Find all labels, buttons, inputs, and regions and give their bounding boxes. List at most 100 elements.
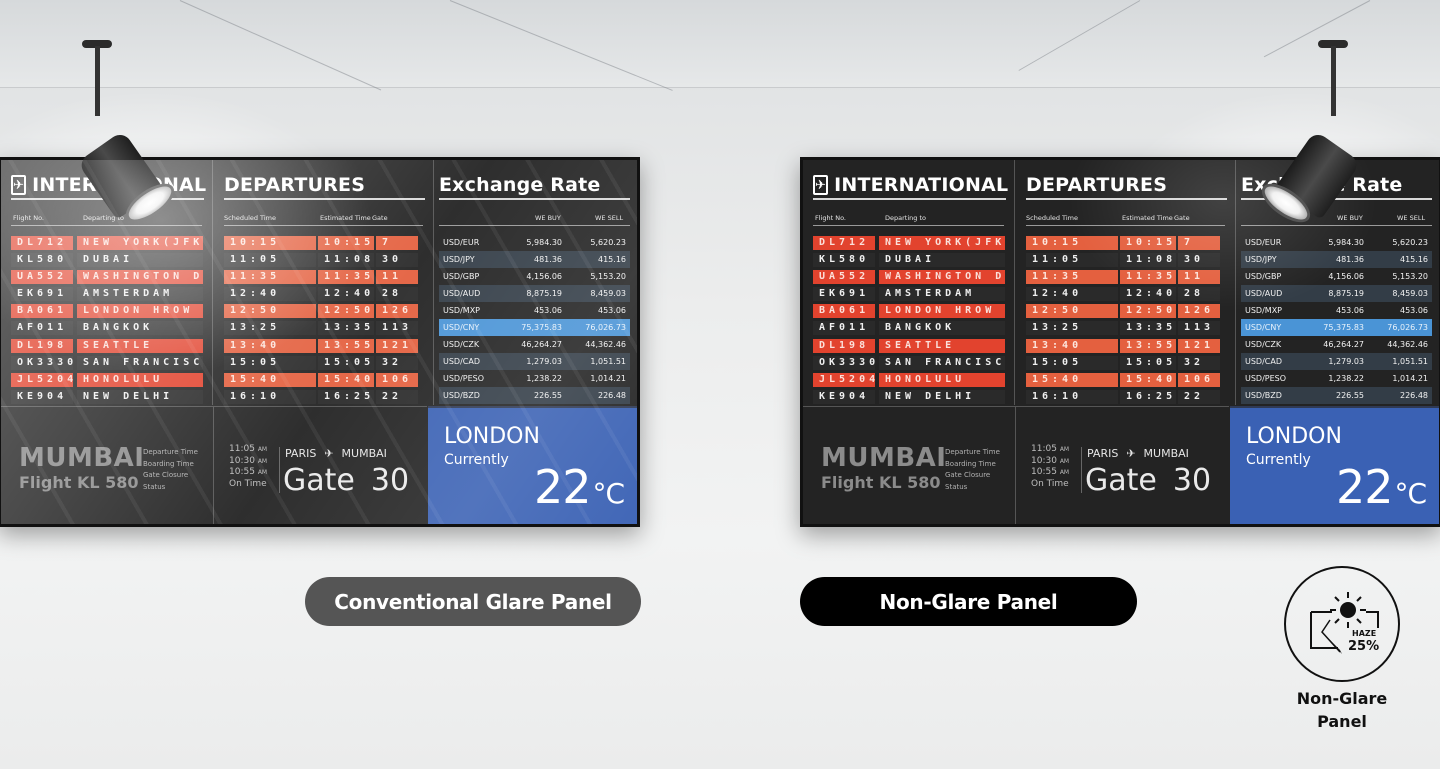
sell-rate: 1,051.51 — [590, 357, 626, 366]
flight-number: JL5204 — [813, 373, 875, 387]
weather-city: LONDON — [444, 424, 540, 449]
estimated-time: 12:40 — [1120, 287, 1176, 302]
scheduled-time: 15:40 — [1026, 373, 1118, 387]
flight-row: 11:35 11:35 11 — [1016, 268, 1235, 285]
buy-rate: 5,984.30 — [526, 238, 562, 247]
flight-destination: WASHINGTON DC — [879, 269, 1005, 284]
flight-row: 15:40 15:40 106 — [1016, 372, 1235, 389]
info-value: 10:30 AM — [1031, 456, 1069, 468]
buy-rate: 226.55 — [534, 391, 562, 400]
flight-number: AF011 — [11, 321, 73, 336]
non-glare-label: Non-Glare Panel — [800, 577, 1137, 626]
estimated-time: 16:25 — [318, 390, 374, 405]
non-glare-display: ✈ INTERNATIONAL Flight No. Departing to … — [800, 157, 1440, 527]
flight-row: 10:15 10:15 7 — [214, 234, 433, 251]
currency-pair: USD/EUR — [1245, 238, 1282, 247]
sell-rate: 44,362.46 — [1387, 340, 1428, 349]
rate-list: USD/EUR 5,984.30 5,620.23 USD/JPY 481.36 415.… — [1241, 234, 1432, 404]
estimated-time: 12:40 — [318, 287, 374, 302]
weather-city: LONDON — [1246, 424, 1342, 449]
international-title-text: INTERNATIONAL — [834, 174, 1009, 196]
col-flight-no: Flight No. — [13, 214, 45, 222]
sell-rate: 415.16 — [1400, 255, 1428, 264]
flight-destination: SAN FRANCISCO — [879, 355, 1005, 370]
badge-caption-line1: Non-Glare — [1296, 689, 1388, 708]
info-value-time: 10:55 — [1031, 467, 1057, 477]
scheduled-time: 12:40 — [224, 287, 316, 302]
estimated-time: 15:05 — [318, 355, 374, 370]
ceiling-seam — [179, 0, 382, 91]
info-label: Status — [945, 482, 968, 491]
buy-rate: 1,279.03 — [526, 357, 562, 366]
currency-pair: USD/AUD — [443, 289, 481, 298]
flight-destination: AMSTERDAM — [879, 287, 1005, 302]
rate-row: USD/JPY 481.36 415.16 — [439, 251, 630, 268]
weather-label: Currently — [1246, 452, 1311, 468]
column-headers: Flight No. Departing to — [813, 212, 1004, 226]
route: PARIS ✈ MUMBAI — [1087, 447, 1189, 460]
scheduled-time: 12:40 — [1026, 287, 1118, 302]
rate-row: USD/CAD 1,279.03 1,051.51 — [439, 353, 630, 370]
col-scheduled-time: Scheduled Time — [224, 214, 276, 222]
flight-row: OK3330 SAN FRANCISCO — [803, 354, 1014, 371]
gate-label: Gate — [1085, 463, 1157, 498]
rate-column-headers: WE BUY WE SELL — [1241, 212, 1432, 226]
flight-row: KE904 NEW DELHI — [1, 389, 212, 406]
weather-widget: LONDON Currently 22°C — [428, 406, 637, 524]
gate-number: 106 — [1178, 373, 1220, 387]
col-we-buy: WE BUY — [1337, 214, 1363, 222]
flight-row: 12:40 12:40 28 — [1016, 286, 1235, 303]
sell-rate: 8,459.03 — [590, 289, 626, 298]
flight-row: EK691 AMSTERDAM — [1, 286, 212, 303]
sell-rate: 44,362.46 — [585, 340, 626, 349]
rate-row: USD/BZD 226.55 226.48 — [439, 387, 630, 404]
sell-rate: 76,026.73 — [1387, 323, 1428, 332]
featured-info-values: 11:05 AM 10:30 AM 10:55 AM On Time — [229, 444, 267, 490]
non-glare-badge: HAZE 25% — [1284, 566, 1400, 682]
scheduled-time: 15:05 — [224, 355, 316, 370]
gate-number: 113 — [1178, 321, 1220, 336]
flight-destination: NEW YORK(JFK) — [879, 235, 1005, 250]
weather-label: Currently — [444, 452, 509, 468]
col-estimated-time: Estimated Time — [1122, 214, 1173, 222]
buy-rate: 226.55 — [1336, 391, 1364, 400]
flight-list-left: DL712 NEW YORK(JFK) KL580 DUBAI UA552 WASHING… — [1, 234, 212, 406]
currency-pair: USD/CAD — [1245, 357, 1283, 366]
estimated-time: 11:35 — [1120, 269, 1176, 284]
flight-row: AF011 BANGKOK — [1, 320, 212, 337]
currency-pair: USD/CZK — [1245, 340, 1282, 349]
buy-rate: 5,984.30 — [1328, 238, 1364, 247]
flight-list-right: 10:15 10:15 7 11:05 11:08 30 11:35 11:35 11 12:40… — [214, 234, 433, 406]
sell-rate: 226.48 — [1400, 391, 1428, 400]
gate-number-large: 30 — [370, 463, 410, 498]
buy-rate: 75,375.83 — [521, 323, 562, 332]
sell-rate: 5,620.23 — [1392, 238, 1428, 247]
route-from: PARIS — [1087, 447, 1119, 460]
currency-pair: USD/MXP — [1245, 306, 1282, 315]
estimated-time: 11:08 — [318, 252, 374, 267]
route-to: MUMBAI — [1143, 447, 1189, 460]
scheduled-time: 12:50 — [1026, 304, 1118, 319]
currency-pair: USD/CNY — [443, 323, 480, 332]
flight-destination: DUBAI — [77, 252, 203, 267]
airplane-icon: ✈ — [1126, 447, 1136, 460]
flight-number: EK691 — [11, 287, 73, 302]
weather-temperature: 22°C — [534, 460, 625, 514]
info-value-time: On Time — [229, 478, 267, 489]
flight-list-right: 10:15 10:15 7 11:05 11:08 30 11:35 11:35 11 12:40… — [1016, 234, 1235, 406]
flight-row: 15:05 15:05 32 — [1016, 354, 1235, 371]
col-we-sell: WE SELL — [1397, 214, 1426, 222]
flight-number: AF011 — [813, 321, 875, 336]
info-value: 11:05 AM — [1031, 444, 1069, 456]
scheduled-time: 11:05 — [1026, 252, 1118, 267]
flight-row: 11:35 11:35 11 — [214, 268, 433, 285]
gate-number: 126 — [376, 304, 418, 319]
sell-rate: 453.06 — [1400, 306, 1428, 315]
exchange-title: Exchange Rate — [439, 172, 630, 200]
flight-number: OK3330 — [813, 355, 875, 370]
flight-row: 12:50 12:50 126 — [214, 303, 433, 320]
estimated-time: 13:55 — [1120, 338, 1176, 353]
estimated-time: 15:40 — [1120, 373, 1176, 387]
flight-number: BA061 — [11, 304, 73, 319]
flight-destination: NEW YORK(JFK) — [77, 235, 203, 250]
